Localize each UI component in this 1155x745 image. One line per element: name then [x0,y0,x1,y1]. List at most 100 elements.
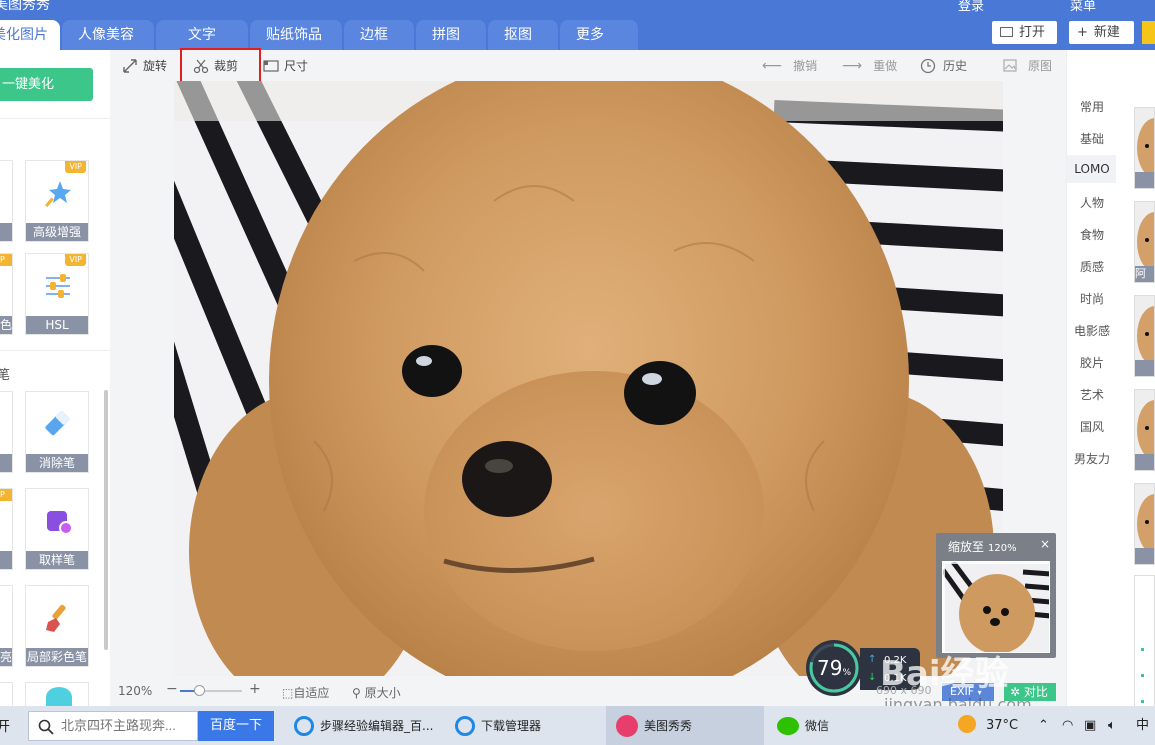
rotate-icon [123,58,137,73]
tab-text[interactable]: 文字 [156,20,248,50]
undo-icon: ⟵ [762,57,783,74]
section-enhance-label: 增强 [0,132,9,151]
download-icon: ↓ [868,672,877,683]
filter-category[interactable]: 胶片 [1067,354,1117,371]
filter-category[interactable]: 国风 [1067,418,1117,435]
filter-thumbnail[interactable] [1134,295,1155,377]
actual-size-button[interactable]: ⚲ 原大小 [352,684,401,701]
fit-button[interactable]: ⬚自适应 [282,684,329,701]
tool-sample-pen[interactable]: 取样笔 [25,488,89,570]
task-label: 下载管理器 [481,719,542,733]
gauge-value: 79% [816,656,851,680]
search-icon [38,719,54,735]
one-key-beautify-button[interactable]: 一键美化 [0,68,93,101]
history-button[interactable]: 历史 [920,57,967,74]
tool-stub[interactable]: 亮 [0,585,13,667]
original-button[interactable]: 原图 [1003,57,1052,74]
task-meitu[interactable]: 美图秀秀 [606,706,764,745]
task-step-editor[interactable]: 步骤经验编辑器_百... [284,706,442,745]
tab-more[interactable]: 更多 [560,20,638,50]
memory-gauge[interactable]: 79% [806,640,862,696]
temperature[interactable]: 37°C [986,706,1018,745]
magic-star-icon [45,181,71,208]
chevron-up-icon[interactable]: ⌃ [1038,706,1049,745]
task-wechat[interactable]: 微信 [767,706,867,745]
filter-category[interactable]: 男友力 [1067,450,1117,467]
search-box[interactable] [28,711,198,741]
filter-thumbnail[interactable] [1134,107,1155,189]
filter-category[interactable]: 常用 [1067,98,1117,115]
actual-size-label: 原大小 [364,686,401,700]
tool-stub[interactable]: P [0,488,13,570]
rotate-button[interactable]: 旋转 [122,57,167,74]
picture-icon [1003,59,1017,72]
undo-button[interactable]: ⟵ 撤销 [762,57,817,74]
weather-icon[interactable] [958,706,976,745]
zoom-slider-thumb[interactable] [194,685,205,696]
tool-stub[interactable] [0,682,13,706]
zoom-out-button[interactable]: − [166,681,178,697]
tab-stickers[interactable]: 贴纸饰品 [250,20,342,50]
tool-label: 高级增强 [26,223,88,241]
close-icon[interactable]: × [1040,537,1050,551]
filter-category[interactable]: 电影感 [1067,322,1117,339]
tray-app-icon[interactable]: ▣ [1084,706,1096,745]
top-bar: 美图秀秀 登录 菜单 美化图片 人像美容 文字 贴纸饰品 边框 拼图 抠图 更多… [0,0,1155,50]
left-panel: 一键美化 增强 VIP 高级增强 P色 VIP HSL 画笔 消除笔 P 取样笔… [0,50,110,707]
main-tabs: 美化图片 人像美容 文字 贴纸饰品 边框 拼图 抠图 更多 [0,20,640,50]
magnifier-icon: ⚲ [352,686,361,700]
network-icon[interactable]: ◠ [1062,706,1073,745]
redo-button[interactable]: ⟶ 重做 [842,57,897,74]
tool-next[interactable] [25,682,89,707]
filter-thumbnails: ◂ 阿 [1116,50,1155,725]
size-button[interactable]: 尺寸 [263,57,308,74]
zoom-slider[interactable] [180,685,242,696]
divider [0,118,110,119]
task-download-manager[interactable]: 下载管理器 [445,706,603,745]
filter-category[interactable]: 食物 [1067,226,1117,243]
photo-canvas[interactable] [174,81,1003,676]
baidu-search-button[interactable]: 百度一下 [198,711,274,741]
size-label: 尺寸 [284,59,309,73]
taskbar: 开 百度一下 步骤经验编辑器_百... 下载管理器 美图秀秀 微信 37°C ⌃… [0,706,1155,745]
tab-cutout[interactable]: 抠图 [488,20,558,50]
filter-category[interactable]: 艺术 [1067,386,1117,403]
volume-icon[interactable]: 🔈︎ [1108,706,1116,745]
login-button[interactable]: 登录 [958,0,984,14]
left-scrollbar[interactable] [104,390,108,650]
tool-stub[interactable]: P色 [0,253,13,335]
new-button[interactable]: + 新建 [1069,21,1134,44]
ime-indicator[interactable]: 中 [1136,706,1149,745]
tool-stub[interactable] [0,160,13,242]
tab-beautify[interactable]: 美化图片 [0,20,60,50]
tab-portrait[interactable]: 人像美容 [62,20,154,50]
upload-icon: ↑ [868,654,877,665]
filter-category[interactable]: 人物 [1067,194,1117,211]
filter-thumbnail[interactable] [1134,389,1155,471]
tool-advanced-enhance[interactable]: VIP 高级增强 [25,160,89,242]
filter-thumbnail-label [1135,360,1154,376]
vip-button[interactable] [1142,21,1155,44]
tool-stub[interactable] [0,391,13,473]
image-icon [1000,27,1013,37]
open-button[interactable]: 打开 [992,21,1057,44]
filter-thumbnail[interactable] [1134,483,1155,565]
clock-icon [920,58,936,73]
filter-category[interactable]: LOMO [1067,155,1117,183]
tool-local-color-pen[interactable]: 局部彩色笔 [25,585,89,667]
filter-thumbnail[interactable]: 阿 [1134,201,1155,283]
zoom-in-button[interactable]: + [249,681,261,697]
start-button[interactable]: 开 [0,716,10,736]
navigator-thumbnail[interactable] [942,561,1050,653]
menu-button[interactable]: 菜单 [1070,0,1096,14]
baidu-watermark: Bai经验 [880,654,1009,694]
search-input[interactable] [61,718,191,733]
task-label: 步骤经验编辑器_百... [320,719,434,733]
tab-collage[interactable]: 拼图 [416,20,486,50]
tool-hsl[interactable]: VIP HSL [25,253,89,335]
tool-eraser-pen[interactable]: 消除笔 [25,391,89,473]
filter-category[interactable]: 时尚 [1067,290,1117,307]
filter-category[interactable]: 质感 [1067,258,1117,275]
tab-border[interactable]: 边框 [344,20,414,50]
filter-category[interactable]: 基础 [1067,130,1117,147]
